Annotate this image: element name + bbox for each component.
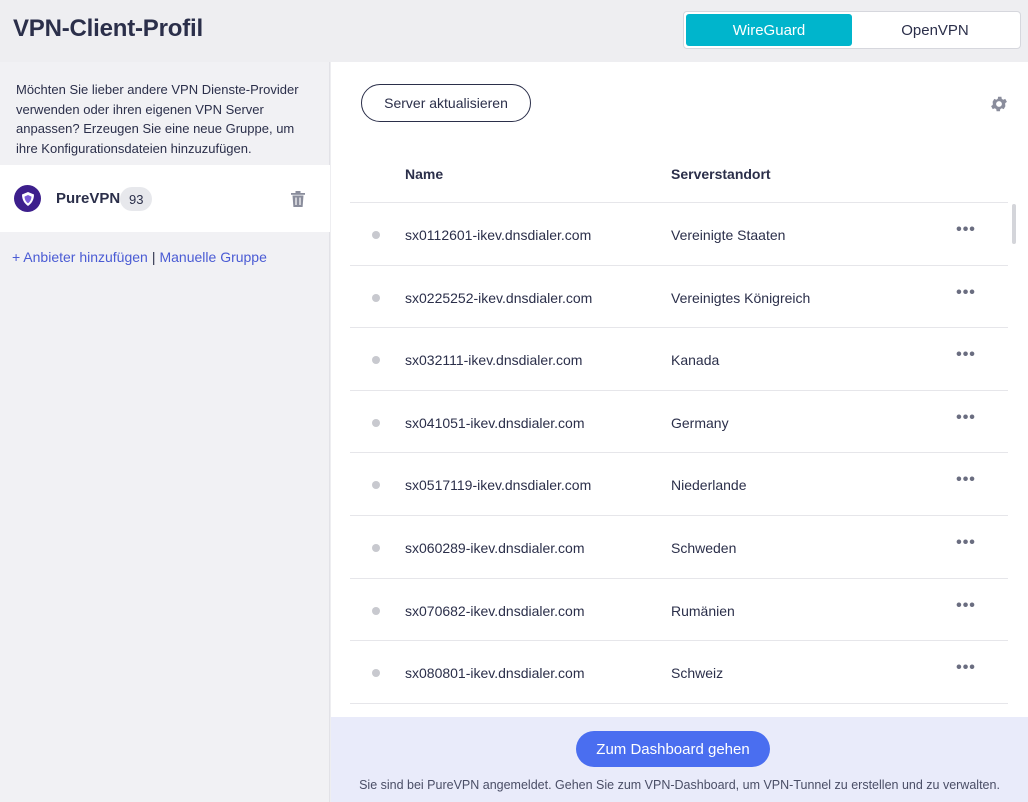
column-header-location: Serverstandort [671, 166, 771, 182]
provider-item-purevpn[interactable]: PureVPN 93 [0, 165, 330, 232]
server-name: sx041051-ikev.dnsdialer.com [405, 414, 585, 431]
protocol-toggle: WireGuard OpenVPN [683, 11, 1021, 49]
server-location: Niederlande [671, 477, 747, 494]
table-row[interactable]: sx032111-ikev.dnsdialer.com Kanada ••• [350, 328, 1008, 391]
scrollbar[interactable] [1012, 204, 1016, 244]
gear-icon[interactable] [989, 94, 1009, 114]
refresh-servers-button[interactable]: Server aktualisieren [361, 84, 531, 122]
server-location: Vereinigtes Königreich [671, 289, 811, 306]
table-row[interactable]: sx0112601-ikev.dnsdialer.com Vereinigte … [350, 203, 1008, 266]
table-row[interactable]: sx070682-ikev.dnsdialer.com Rumänien ••• [350, 579, 1008, 642]
server-list: sx0112601-ikev.dnsdialer.com Vereinigte … [350, 203, 1008, 717]
more-options-icon[interactable]: ••• [948, 534, 984, 556]
main-panel: Server aktualisieren Name Serverstandort… [331, 62, 1028, 717]
server-name: sx0225252-ikev.dnsdialer.com [405, 289, 593, 306]
more-options-icon[interactable]: ••• [948, 347, 984, 368]
server-location: Schweiz [671, 665, 724, 682]
server-name: sx060289-ikev.dnsdialer.com [405, 539, 585, 556]
sidebar: Möchten Sie lieber andere VPN Dienste-Pr… [0, 62, 330, 802]
status-dot-icon [372, 606, 380, 615]
server-location: Schweden [671, 539, 737, 556]
footer-note: Sie sind bei PureVPN angemeldet. Gehen S… [359, 778, 1000, 792]
table-row[interactable]: sx080801-ikev.dnsdialer.com Schweiz ••• [350, 641, 1008, 704]
table-row[interactable]: sx041051-ikev.dnsdialer.com Germany ••• [350, 391, 1008, 454]
server-name: sx080801-ikev.dnsdialer.com [405, 665, 585, 682]
status-dot-icon [372, 669, 380, 678]
more-options-icon[interactable]: ••• [948, 472, 984, 493]
more-options-icon[interactable]: ••• [948, 409, 984, 431]
provider-logo [14, 185, 41, 212]
server-name: sx0112601-ikev.dnsdialer.com [405, 227, 592, 243]
server-name: sx070682-ikev.dnsdialer.com [405, 602, 585, 619]
status-dot-icon [372, 231, 380, 239]
sidebar-description: Möchten Sie lieber andere VPN Dienste-Pr… [16, 82, 299, 156]
tab-wireguard[interactable]: WireGuard [686, 14, 852, 46]
trash-icon[interactable] [290, 190, 306, 208]
table-row[interactable]: sx0225252-ikev.dnsdialer.com Vereinigtes… [350, 266, 1008, 329]
table-header: Name Serverstandort [350, 152, 1008, 203]
more-options-icon[interactable]: ••• [948, 597, 984, 619]
status-dot-icon [372, 293, 380, 302]
shield-icon [21, 191, 34, 206]
status-dot-icon [372, 543, 380, 552]
server-location: Vereinigte Staaten [671, 227, 786, 243]
status-dot-icon [372, 481, 380, 490]
go-to-dashboard-button[interactable]: Zum Dashboard gehen [576, 731, 770, 767]
tab-openvpn[interactable]: OpenVPN [852, 14, 1018, 46]
table-row[interactable]: sx060289-ikev.dnsdialer.com Schweden ••• [350, 516, 1008, 579]
more-options-icon[interactable]: ••• [948, 222, 984, 243]
server-location: Kanada [671, 352, 720, 369]
add-provider-link[interactable]: + Anbieter hinzufügen [12, 249, 148, 265]
more-options-icon[interactable]: ••• [948, 660, 984, 681]
column-header-name: Name [405, 166, 444, 182]
link-separator: | [151, 249, 156, 265]
footer: Zum Dashboard gehen Sie sind bei PureVPN… [331, 717, 1028, 802]
table-row[interactable]: sx0517119-ikev.dnsdialer.com Niederlande… [350, 453, 1008, 516]
add-links: + Anbieter hinzufügen | Manuelle Gruppe [12, 249, 267, 265]
more-options-icon[interactable]: ••• [948, 284, 984, 306]
page-title: VPN-Client-Profil [13, 15, 203, 42]
status-dot-icon [372, 356, 380, 365]
server-location: Rumänien [671, 602, 735, 619]
server-name: sx032111-ikev.dnsdialer.com [405, 352, 583, 369]
status-dot-icon [372, 418, 380, 427]
server-name: sx0517119-ikev.dnsdialer.com [405, 477, 592, 494]
provider-count-badge: 93 [120, 187, 153, 211]
header: VPN-Client-Profil WireGuard OpenVPN [0, 0, 1028, 62]
provider-name: PureVPN [56, 190, 121, 207]
manual-group-link[interactable]: Manuelle Gruppe [159, 249, 266, 265]
server-location: Germany [671, 414, 729, 431]
